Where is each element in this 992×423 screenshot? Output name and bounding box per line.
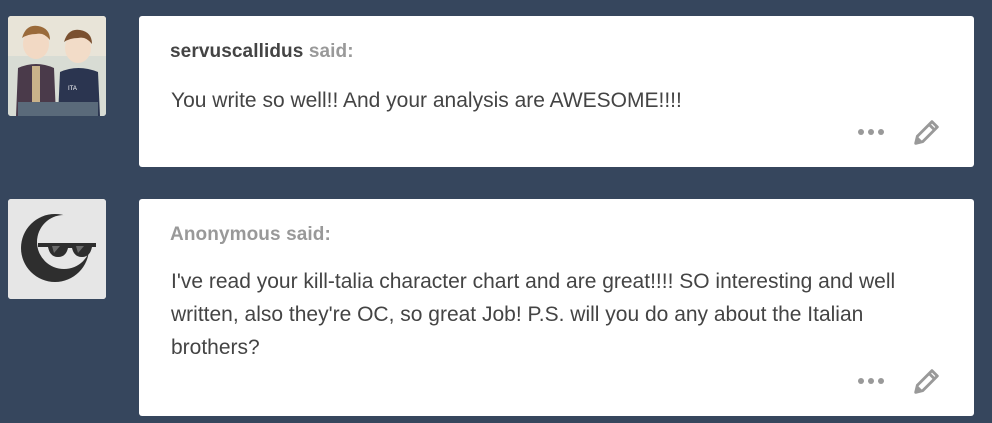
avatar-servuscallidus[interactable]: ITA bbox=[8, 16, 106, 116]
anime-characters-avatar-image: ITA bbox=[8, 16, 106, 116]
anonymous-sunglasses-avatar-image bbox=[8, 199, 106, 299]
asker-name: Anonymous bbox=[170, 224, 281, 245]
post-controls bbox=[858, 115, 944, 149]
asker-name-link[interactable]: servuscallidus bbox=[170, 41, 303, 62]
svg-text:ITA: ITA bbox=[68, 86, 77, 92]
asker-line: servuscallidus said: bbox=[170, 41, 354, 63]
ellipsis-icon[interactable] bbox=[858, 129, 884, 135]
ask-message: You write so well!! And your analysis ar… bbox=[171, 89, 682, 112]
ask-message: I've read your kill-talia character char… bbox=[171, 270, 896, 359]
avatar-anonymous bbox=[8, 199, 106, 299]
pencil-icon[interactable] bbox=[910, 115, 944, 149]
ask-feed: ITA servuscallidus said: You write so we… bbox=[0, 0, 992, 423]
ask-card: Anonymous said: I've read your kill-tali… bbox=[139, 199, 974, 416]
said-label: said: bbox=[308, 41, 354, 62]
post-controls bbox=[858, 364, 944, 398]
ask-card: servuscallidus said: You write so well!!… bbox=[139, 16, 974, 167]
said-label: said: bbox=[286, 224, 331, 245]
pencil-icon[interactable] bbox=[910, 364, 944, 398]
ellipsis-icon[interactable] bbox=[858, 378, 884, 384]
asker-line: Anonymous said: bbox=[170, 224, 331, 246]
